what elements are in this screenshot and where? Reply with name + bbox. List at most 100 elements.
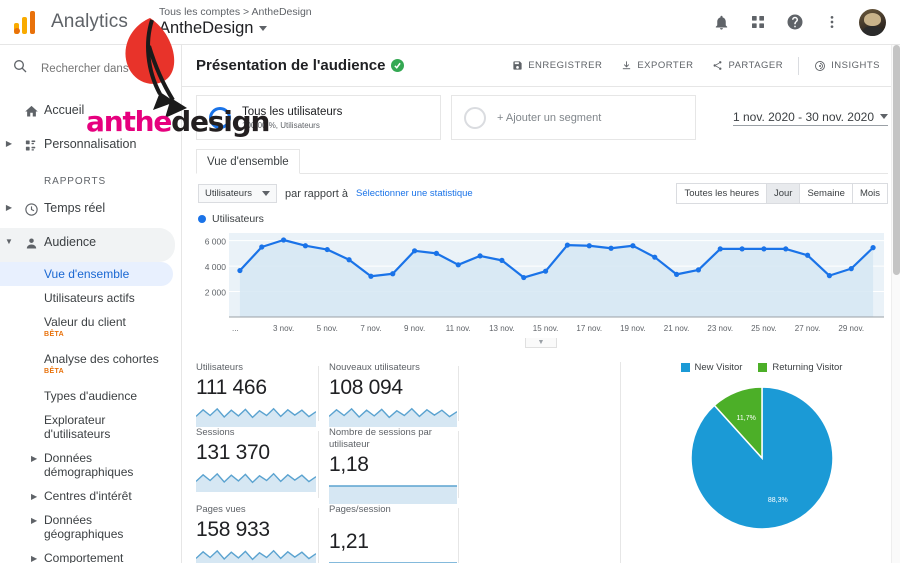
granularity-toggle: Toutes les heures Jour Semaine Mois [676,183,888,204]
sidebar-subitem-label: Comportement [44,551,124,563]
svg-text:88,3%: 88,3% [767,497,787,504]
apps-grid-icon[interactable] [748,12,768,32]
pie-legend-item-1[interactable]: Returning Visitor [758,362,842,373]
legend-dot-icon [198,215,206,223]
sidebar-subitem-label: Explorateur d'utilisateurs [44,413,111,441]
sidebar-nav: Accueil ▶ Personnalisation RAPPORTS ▶ Te… [0,92,181,563]
sidebar-subitem-0[interactable]: Vue d'ensemble [0,262,173,286]
sidebar-subitem-3[interactable]: Analyse des cohortes BÊTA [0,347,181,384]
svg-text:11 nov.: 11 nov. [446,324,471,333]
svg-text:23 nov.: 23 nov. [707,324,733,333]
visitor-pie-chart[interactable]: 88,3% 11,7% [687,383,837,533]
account-name-row[interactable]: AntheDesign [159,19,711,38]
pie-holder: 88,3% 11,7% [635,383,888,533]
metric-value: 111 466 [196,376,267,399]
metric-card[interactable]: Pages/session 1,21 [329,504,469,563]
sidebar-subitem-7[interactable]: ▶ Centres d'intérêt [0,484,181,508]
breadcrumb: Tous les comptes > AntheDesign [159,6,312,18]
chart-collapse-row: ▼ [182,338,900,348]
pie-legend-item-0[interactable]: New Visitor [680,362,742,373]
sidebar-item-realtime[interactable]: ▶ Temps réel [0,194,181,228]
export-label: EXPORTER [637,60,694,71]
page-title-row: Présentation de l'audience [196,57,405,74]
brand-block[interactable]: Analytics [0,10,145,34]
metric-card[interactable]: Nombre de sessions par utilisateur 1,18 [329,427,469,504]
sidebar-subitem-5[interactable]: Explorateur d'utilisateurs [0,408,181,446]
sidebar-item-customization[interactable]: ▶ Personnalisation [0,130,181,164]
granularity-option-3[interactable]: Mois [853,184,887,203]
metric-value: 158 933 [196,518,270,541]
select-metric-link[interactable]: Sélectionner une statistique [356,188,473,199]
chevron-down-icon [262,191,270,196]
svg-text:5 nov.: 5 nov. [317,324,338,333]
sidebar-subitem-2[interactable]: Valeur du client BÊTA [0,310,181,347]
segment-all-users[interactable]: Tous les utilisateurs 100,00 %, Utilisat… [196,95,441,140]
sidebar-label-audience: Audience [44,235,97,249]
chevron-right-icon: ▶ [31,492,38,501]
granularity-option-2[interactable]: Semaine [800,184,853,203]
collapse-chart-button[interactable]: ▼ [525,338,557,348]
tab-overview[interactable]: Vue d'ensemble [196,149,300,174]
legend-label: Utilisateurs [212,213,264,225]
granularity-option-0[interactable]: Toutes les heures [677,184,767,203]
report-actions: ENREGISTRER EXPORTER PARTAGER INSIGHTS [504,55,888,77]
metric-card[interactable]: Nouveaux utilisateurs 108 094 [329,362,469,427]
metric-select-value: Utilisateurs [205,188,252,199]
granularity-option-1[interactable]: Jour [766,184,801,203]
bell-icon[interactable] [711,12,731,32]
sidebar-label-realtime: Temps réel [44,201,106,215]
compare-label: par rapport à [285,187,348,200]
date-range-picker[interactable]: 1 nov. 2020 - 30 nov. 2020 [733,110,888,126]
sidebar-item-audience[interactable]: ▼ Audience [0,228,175,262]
save-button[interactable]: ENREGISTRER [504,55,610,76]
segment-subtitle: 100,00 %, Utilisateurs [242,120,320,130]
more-vert-icon[interactable] [822,12,842,32]
metric-select[interactable]: Utilisateurs [198,184,277,203]
sidebar-subitem-6[interactable]: ▶ Données démographiques [0,446,181,484]
beta-badge: BÊTA [44,368,65,375]
sidebar-audience-subitems: Vue d'ensemble Utilisateurs actifs Valeur … [0,262,181,563]
pie-legend: New Visitor Returning Visitor [635,362,888,373]
sidebar-subitem-1[interactable]: Utilisateurs actifs [0,286,181,310]
metric-sparkline [196,466,321,492]
help-icon[interactable] [785,12,805,32]
line-chart-svg: 2 000 4 000 6 000... 3 nov. 5 nov. 7 nov. 9 no… [205,233,884,333]
metric-row: Sessions 131 370 Nombre de sessions par ut… [196,427,614,504]
export-button[interactable]: EXPORTER [613,55,701,76]
share-button[interactable]: PARTAGER [704,55,791,76]
beta-badge: BÊTA [44,331,65,338]
avatar[interactable] [859,8,886,36]
users-line-chart[interactable]: 2 000 4 000 6 000... 3 nov. 5 nov. 7 nov. 9 no… [196,227,888,337]
metric-card[interactable]: Sessions 131 370 [196,427,329,504]
sidebar-item-home[interactable]: Accueil [0,96,181,130]
clock-icon [18,201,44,217]
scrollbar-thumb[interactable] [893,45,900,275]
report-header: Présentation de l'audience ENREGISTRER E… [182,45,900,87]
sidebar-subitem-4[interactable]: Types d'audience [0,384,181,408]
share-label: PARTAGER [728,60,784,71]
chart-controls: Utilisateurs par rapport à Sélectionner … [182,174,900,204]
metric-card[interactable]: Utilisateurs 111 466 [196,362,329,427]
legend-text: Returning Visitor [772,362,843,373]
analytics-logo-icon [14,10,40,34]
sidebar-subitem-9[interactable]: ▶ Comportement [0,546,181,563]
search-input[interactable] [41,62,161,75]
sidebar-subitem-label: Utilisateurs actifs [44,291,135,305]
tab-bar: Vue d'ensemble [196,149,888,174]
insights-label: INSIGHTS [831,60,880,71]
insights-button[interactable]: INSIGHTS [806,55,888,77]
chart-legend: Utilisateurs [182,204,900,225]
page-scrollbar[interactable] [891,45,900,563]
svg-text:27 nov.: 27 nov. [795,324,821,333]
sidebar-subitem-8[interactable]: ▶ Données géographiques [0,508,181,546]
account-selector[interactable]: Tous les comptes > AntheDesign AntheDesi… [145,6,711,38]
sidebar-search[interactable] [0,45,181,92]
top-icons [711,8,900,36]
svg-text:7 nov.: 7 nov. [360,324,381,333]
add-segment-button[interactable]: + Ajouter un segment [451,95,696,140]
sidebar-subitem-label: Données géographiques [44,513,124,541]
metric-card[interactable]: Pages vues 158 933 [196,504,329,563]
svg-text:21 nov.: 21 nov. [664,324,690,333]
metric-sparkline [329,555,461,563]
